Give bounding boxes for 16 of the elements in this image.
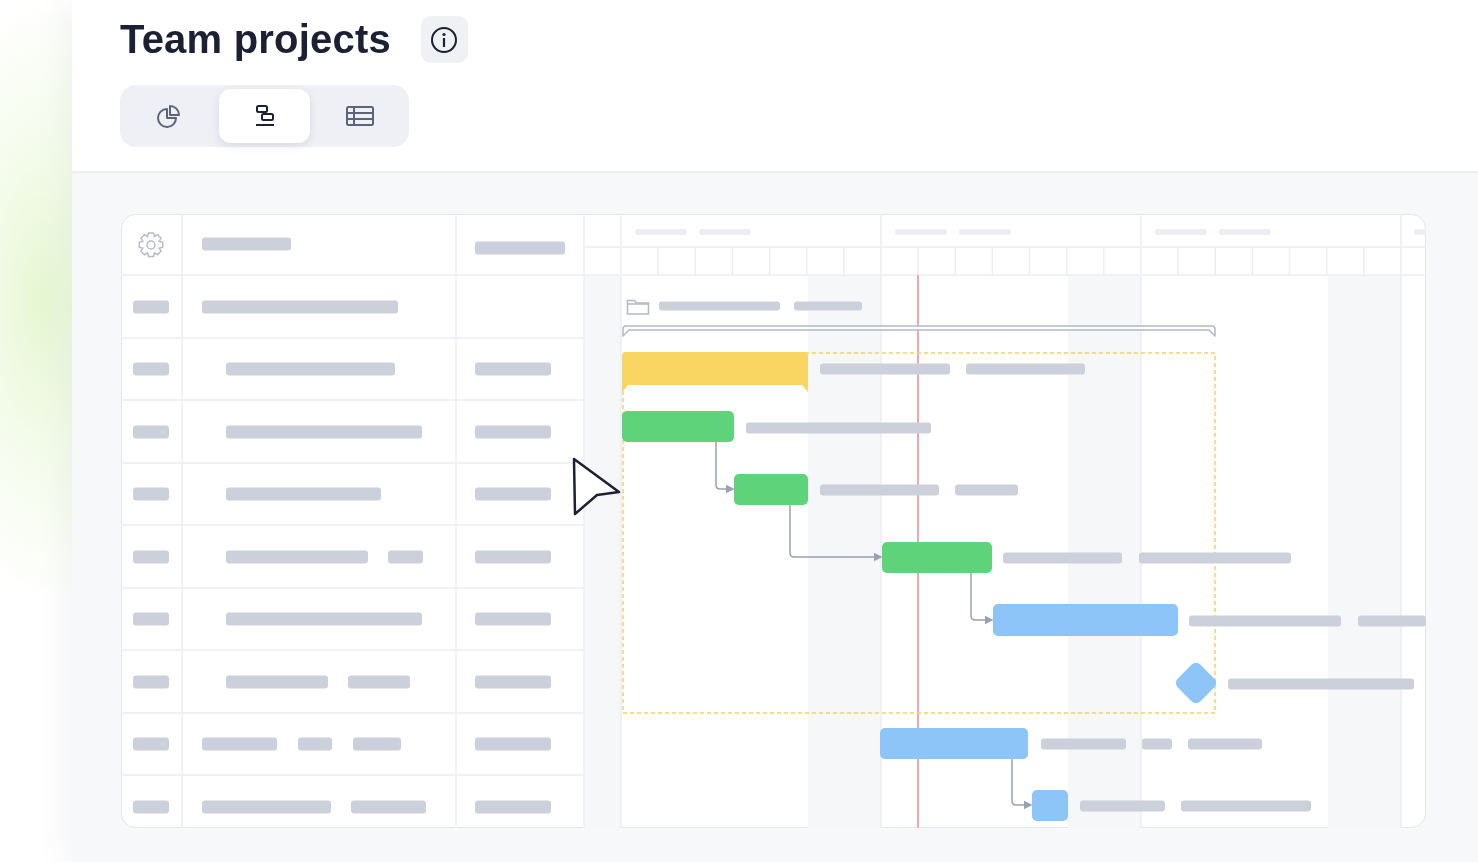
folder-icon	[626, 299, 650, 315]
placeholder-bar	[1358, 615, 1426, 627]
placeholder-bar	[1414, 229, 1426, 235]
connector-arrow	[1011, 758, 1033, 810]
info-icon	[430, 25, 459, 54]
placeholder-bar	[1142, 738, 1172, 750]
gear-icon	[138, 232, 164, 258]
connector-arrow	[715, 441, 735, 494]
info-button[interactable]	[420, 16, 468, 63]
task-bar	[1032, 790, 1068, 821]
view-tab[interactable]	[219, 89, 310, 143]
cursor-icon	[572, 457, 621, 516]
placeholder-bar	[955, 484, 1018, 496]
page-title: Team projects	[120, 17, 391, 62]
placeholder-bar	[794, 301, 862, 311]
connector-arrow	[970, 572, 994, 625]
